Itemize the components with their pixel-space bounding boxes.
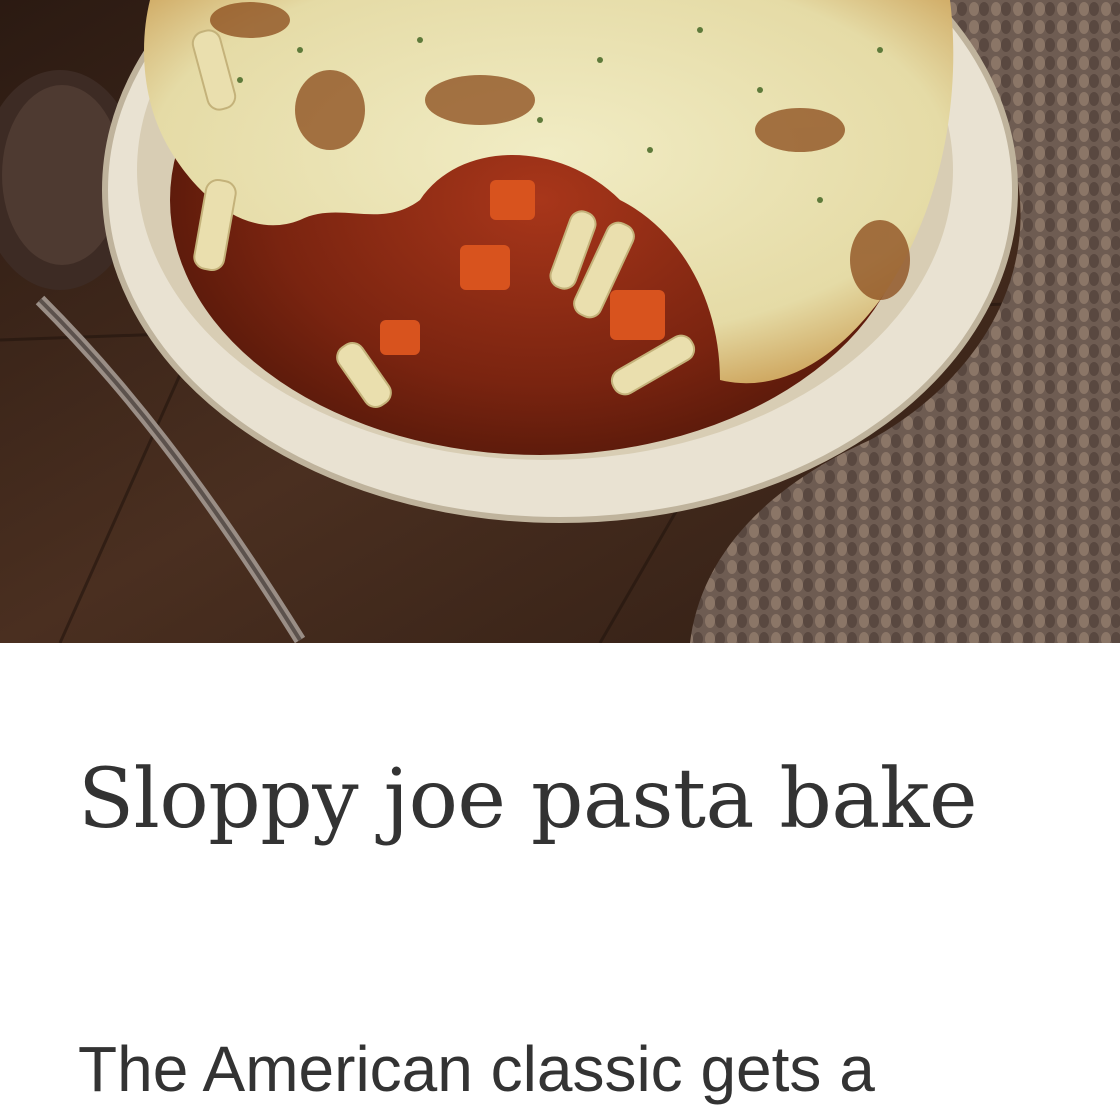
recipe-card: Sloppy joe pasta bake The American class… bbox=[0, 0, 1120, 1120]
recipe-hero-image[interactable] bbox=[0, 0, 1120, 643]
recipe-description: The American classic gets a bbox=[78, 1033, 875, 1105]
recipe-title[interactable]: Sloppy joe pasta bake bbox=[78, 744, 1058, 855]
